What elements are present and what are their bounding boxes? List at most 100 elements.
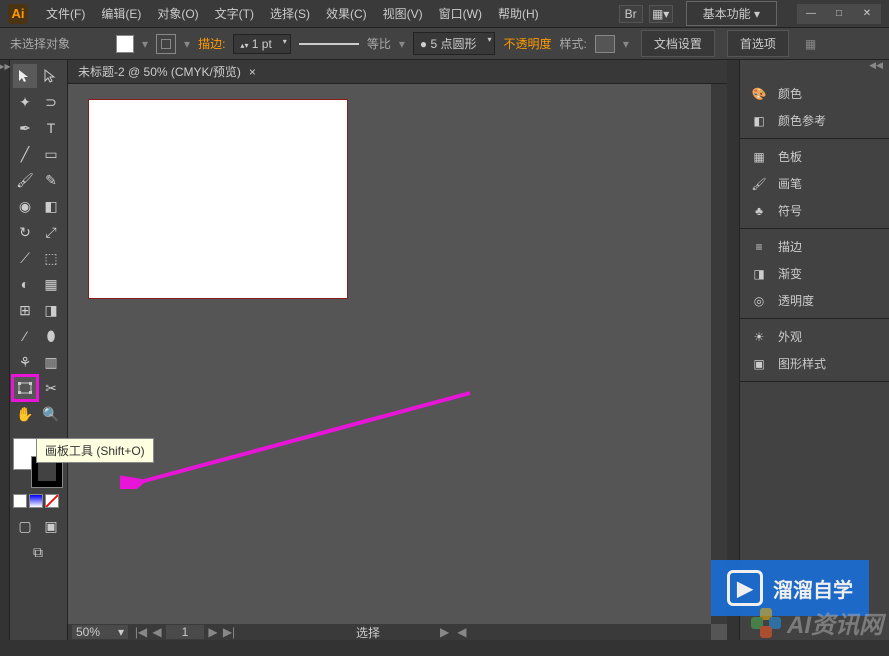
status-menu-icon[interactable]: ▶ <box>440 625 449 639</box>
graphic-styles-icon: ▣ <box>750 356 768 372</box>
artboard[interactable] <box>88 99 348 299</box>
zoom-level[interactable]: 50%▾ <box>72 625 128 639</box>
menu-object[interactable]: 对象(O) <box>149 5 206 22</box>
panel-transparency[interactable]: ◎透明度 <box>740 287 889 314</box>
palette-icon: 🎨 <box>750 86 768 102</box>
color-mode-none[interactable] <box>45 494 59 508</box>
width-tool[interactable]: ⟋ <box>13 246 37 270</box>
panel-color[interactable]: 🎨颜色 <box>740 80 889 107</box>
pencil-tool[interactable]: ✎ <box>39 168 63 192</box>
stroke-label[interactable]: 描边: <box>198 35 225 52</box>
rotate-tool[interactable]: ↻ <box>13 220 37 244</box>
menu-help[interactable]: 帮助(H) <box>490 5 547 22</box>
panel-stroke[interactable]: ≡描边 <box>740 233 889 260</box>
panel-symbols[interactable]: ♣符号 <box>740 197 889 224</box>
menu-effect[interactable]: 效果(C) <box>318 5 375 22</box>
right-collapse-strip[interactable] <box>727 60 739 640</box>
preferences-button[interactable]: 首选项 <box>727 30 789 57</box>
panel-color-guide[interactable]: ◧颜色参考 <box>740 107 889 134</box>
slice-tool[interactable]: ✂ <box>39 376 63 400</box>
eraser-tool[interactable]: ◧ <box>39 194 63 218</box>
document-tab-title[interactable]: 未标题-2 @ 50% (CMYK/预览) <box>78 63 241 80</box>
first-artboard-button[interactable]: |◀ <box>134 625 148 639</box>
menu-type[interactable]: 文字(T) <box>207 5 262 22</box>
document-area: 未标题-2 @ 50% (CMYK/预览) × 50%▾ |◀ ◀ 1 ▶ ▶|… <box>68 60 727 640</box>
perspective-grid-tool[interactable]: ▦ <box>39 272 63 296</box>
menu-window[interactable]: 窗口(W) <box>431 5 490 22</box>
column-graph-tool[interactable]: ▥ <box>39 350 63 374</box>
panel-brushes[interactable]: 🖌画笔 <box>740 170 889 197</box>
fill-dropdown-icon[interactable]: ▾ <box>142 37 148 51</box>
stroke-profile[interactable] <box>299 43 359 45</box>
graphic-style-swatch[interactable] <box>595 35 615 53</box>
menu-file[interactable]: 文件(F) <box>38 5 93 22</box>
panel-expand-icon[interactable]: ◀◀ <box>740 60 889 76</box>
screen-mode-normal[interactable]: ▢ <box>13 514 37 538</box>
document-tab-bar: 未标题-2 @ 50% (CMYK/预览) × <box>68 60 727 84</box>
stroke-dropdown-icon[interactable]: ▾ <box>184 37 190 51</box>
line-tool[interactable]: ╱ <box>13 142 37 166</box>
options-menu-icon[interactable]: ▦ <box>805 37 816 51</box>
artboard-tool[interactable] <box>13 376 37 400</box>
prev-artboard-button[interactable]: ◀ <box>150 625 164 639</box>
bridge-icon[interactable]: Br <box>619 5 643 23</box>
menu-edit[interactable]: 编辑(E) <box>93 5 149 22</box>
mesh-tool[interactable]: ⊞ <box>13 298 37 322</box>
symbol-sprayer-tool[interactable]: ⚘ <box>13 350 37 374</box>
uniform-label: 等比 <box>367 35 391 52</box>
fill-swatch[interactable] <box>116 35 134 53</box>
pen-tool[interactable]: ✒ <box>13 116 37 140</box>
panel-gradient[interactable]: ◨渐变 <box>740 260 889 287</box>
brush-definition[interactable]: ● 5 点圆形 <box>413 32 496 55</box>
last-artboard-button[interactable]: ▶| <box>222 625 236 639</box>
vertical-scrollbar[interactable] <box>711 84 727 624</box>
document-tab-close[interactable]: × <box>249 65 256 79</box>
panel-graphic-styles[interactable]: ▣图形样式 <box>740 350 889 377</box>
workspace-switcher[interactable]: 基本功能 ▾ <box>686 1 777 26</box>
swatches-icon: ▦ <box>750 149 768 165</box>
blob-brush-tool[interactable]: ◉ <box>13 194 37 218</box>
free-transform-tool[interactable]: ⬚ <box>39 246 63 270</box>
direct-selection-tool[interactable] <box>39 64 63 88</box>
symbols-icon: ♣ <box>750 203 768 219</box>
document-setup-button[interactable]: 文档设置 <box>641 30 715 57</box>
magic-wand-tool[interactable]: ✦ <box>13 90 37 114</box>
scale-tool[interactable]: ⤢ <box>39 220 63 244</box>
artboard-number-input[interactable]: 1 <box>166 625 204 639</box>
stroke-swatch[interactable] <box>156 34 176 54</box>
color-mode-gradient[interactable] <box>29 494 43 508</box>
maximize-button[interactable]: □ <box>825 4 853 24</box>
status-text: 选择 <box>356 624 380 641</box>
toolbox: ✦ ⊃ ✒ T ╱ ▭ 🖌 ✎ ◉ ◧ ↻ ⤢ ⟋ ⬚ ◐ ▦ <box>10 60 68 640</box>
opacity-label[interactable]: 不透明度 <box>503 35 551 52</box>
zoom-tool[interactable]: 🔍 <box>39 402 63 426</box>
panel-swatches[interactable]: ▦色板 <box>740 143 889 170</box>
menu-view[interactable]: 视图(V) <box>375 5 431 22</box>
lasso-tool[interactable]: ⊃ <box>39 90 63 114</box>
selection-tool[interactable] <box>13 64 37 88</box>
stroke-icon: ≡ <box>750 239 768 255</box>
change-screen-mode[interactable]: ⧉ <box>13 540 63 564</box>
stroke-weight-input[interactable]: ▴▾ 1 pt <box>233 34 290 54</box>
eyedropper-tool[interactable]: ⁄ <box>13 324 37 348</box>
left-collapse-strip[interactable]: ▶▶ <box>0 60 10 640</box>
next-artboard-button[interactable]: ▶ <box>206 625 220 639</box>
horizontal-scrollbar[interactable]: ◀ <box>457 625 466 639</box>
menu-select[interactable]: 选择(S) <box>262 5 318 22</box>
hand-tool[interactable]: ✋ <box>13 402 37 426</box>
workspace-label: 基本功能 <box>703 7 751 21</box>
color-mode-solid[interactable] <box>13 494 27 508</box>
screen-mode-full[interactable]: ▣ <box>39 514 63 538</box>
close-button[interactable]: ✕ <box>853 4 881 24</box>
minimize-button[interactable]: — <box>797 4 825 24</box>
blend-tool[interactable]: ⬮ <box>39 324 63 348</box>
panel-appearance[interactable]: ☀外观 <box>740 323 889 350</box>
menu-bar: Ai 文件(F) 编辑(E) 对象(O) 文字(T) 选择(S) 效果(C) 视… <box>0 0 889 28</box>
arrange-docs-icon[interactable]: ▦▾ <box>649 5 673 23</box>
rectangle-tool[interactable]: ▭ <box>39 142 63 166</box>
type-tool[interactable]: T <box>39 116 63 140</box>
canvas[interactable] <box>68 84 727 640</box>
shape-builder-tool[interactable]: ◐ <box>13 272 37 296</box>
gradient-tool[interactable]: ◨ <box>39 298 63 322</box>
paintbrush-tool[interactable]: 🖌 <box>13 168 37 192</box>
